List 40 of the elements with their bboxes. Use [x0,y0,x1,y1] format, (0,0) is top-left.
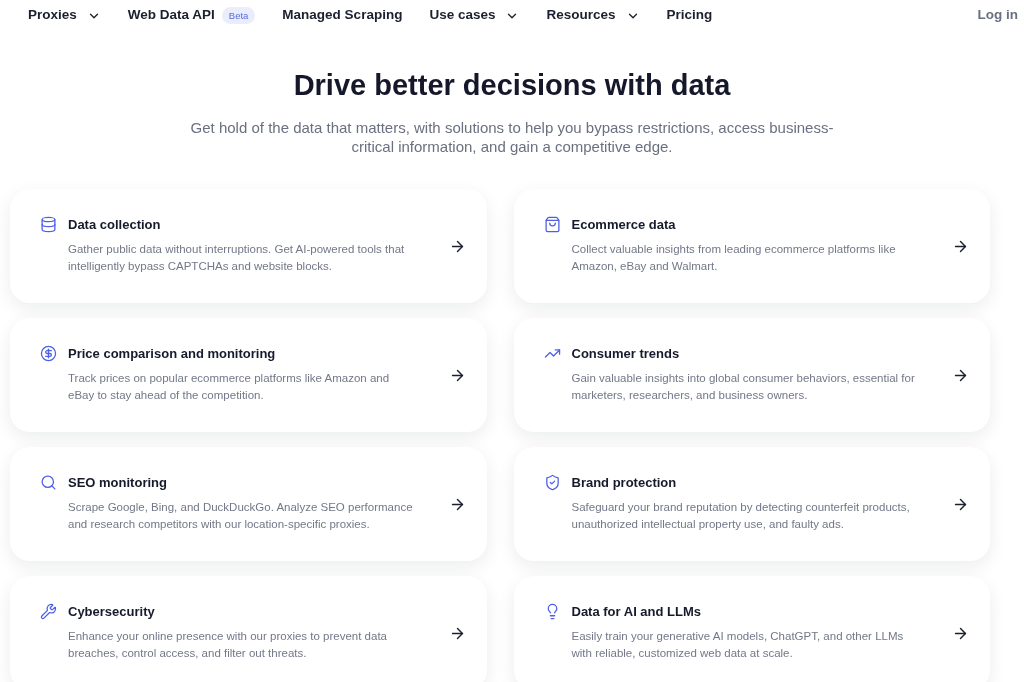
card-description: Safeguard your brand reputation by detecting counterfeit products, unauthorized intellectual property use, and faulty ads. [571,500,911,532]
nav-dropdown[interactable]: Use cases [429,1,520,30]
login-link[interactable]: Log in [977,1,1018,30]
nav-dropdown[interactable]: Resources [546,1,640,30]
card-title: SEO monitoring [68,475,168,491]
shopping-bag-icon [543,216,561,233]
card-title: Price comparison and monitoring [68,346,277,362]
use-case-card[interactable]: Cybersecurity Enhance your online presence with our proxies to prevent data breaches, control access, and filter out threats. [10,576,487,682]
card-description: Easily train your generative AI models, ChatGPT, and other LLMs with reliable, customized web data at scale. [571,629,905,661]
card-title: Brand protection [571,475,678,491]
use-case-card[interactable]: SEO monitoring Scrape Google, Bing, and DuckDuckGo. Analyze SEO performance and research competitors with our location-specific proxies. [10,447,487,561]
card-description: Collect valuable insights from leading ecommerce platforms like Amazon, eBay and Walmart. [571,242,897,274]
card-description: Track prices on popular ecommerce platforms like Amazon and eBay to stay ahead of the competition. [68,371,391,403]
card-description: Gather public data without interruptions. Get AI-powered tools that intelligently bypass CAPTCHAs and website blocks. [68,242,406,274]
card-title: Ecommerce data [571,217,677,233]
beta-badge: Beta [221,6,256,25]
page-heading: Drive better decisions with data [293,68,731,103]
card-title: Consumer trends [571,346,681,362]
shield-check-icon [543,474,561,491]
card-title: Data collection [68,217,162,233]
nav-link[interactable]: Pricing [666,1,713,30]
dollar-coin-icon [40,345,57,362]
search-icon [40,474,57,491]
card-title: Cybersecurity [68,604,156,620]
card-description: Enhance your online presence with our proxies to prevent data breaches, control access, and filter out threats. [68,629,388,661]
use-case-card[interactable]: Price comparison and monitoring Track prices on popular ecommerce platforms like Amazon and eBay to stay ahead of the competition. [10,318,487,432]
use-case-card[interactable]: Consumer trends Gain valuable insights into global consumer behaviors, essential for marketers, researchers, and business owners. [513,318,990,432]
database-icon [40,216,57,233]
use-case-card[interactable]: Data for AI and LLMs Easily train your generative AI models, ChatGPT, and other LLMs with reliable, customized web data at scale. [513,576,990,682]
card-description: Scrape Google, Bing, and DuckDuckGo. Analyze SEO performance and research competitors with our location-specific proxies. [68,500,414,532]
card-title: Data for AI and LLMs [571,604,703,620]
nav-link[interactable]: Managed Scraping [282,1,403,30]
page-subtitle: Get hold of the data that matters, with solutions to help you bypass restrictions, access business-critical information, and gain a competitive edge. [189,118,835,156]
nav-dropdown[interactable]: Proxies [28,1,101,30]
use-case-card[interactable]: Data collection Gather public data without interruptions. Get AI-powered tools that intelligently bypass CAPTCHAs and website blocks. [10,189,487,303]
use-case-card[interactable]: Brand protection Safeguard your brand reputation by detecting counterfeit products, unauthorized intellectual property use, and faulty ads. [513,447,990,561]
use-case-card[interactable]: Ecommerce data Collect valuable insights from leading ecommerce platforms like Amazon, eBay and Walmart. [513,189,990,303]
card-description: Gain valuable insights into global consumer behaviors, essential for marketers, researchers, and business owners. [571,371,916,403]
nav-link[interactable]: Web Data API [127,1,215,30]
wrench-icon [40,603,57,620]
